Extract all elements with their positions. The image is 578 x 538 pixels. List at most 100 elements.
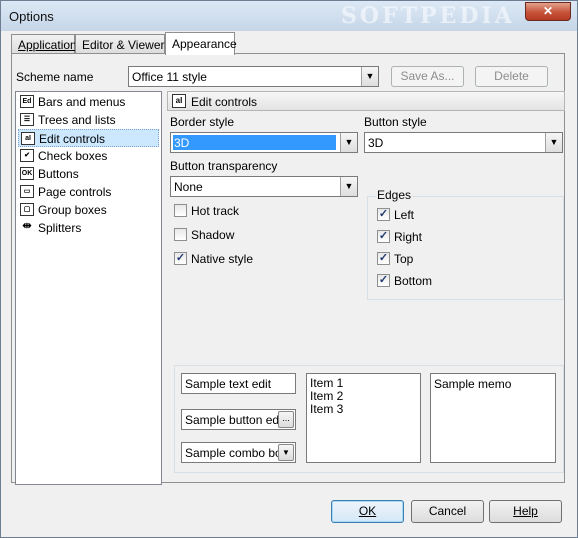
chevron-down-icon[interactable]: ▼: [340, 133, 357, 152]
list-item[interactable]: Item 1: [310, 376, 343, 390]
list-item[interactable]: Item 3: [310, 402, 343, 416]
section-header: aI Edit controls: [167, 91, 565, 111]
tab-editor-viewers[interactable]: Editor & Viewers: [75, 34, 170, 54]
nav-item-label: Group boxes: [38, 203, 107, 217]
check-icon[interactable]: ✓: [174, 252, 187, 265]
checkbox-icon: ✔: [20, 149, 34, 162]
title-bar[interactable]: Options SOFTPEDIA ✕: [1, 1, 577, 31]
chevron-down-icon[interactable]: ▼: [278, 444, 294, 461]
ok-button-label: OK: [358, 504, 377, 518]
sample-preview-group: Sample text edit Sample button edit ... …: [174, 365, 564, 473]
delete-button[interactable]: Delete: [475, 66, 548, 87]
edit-controls-icon: aI: [172, 94, 186, 108]
tab-appearance[interactable]: Appearance: [165, 32, 237, 55]
checkbox-label: Left: [394, 208, 415, 222]
nav-item-label: Page controls: [38, 185, 112, 199]
category-list[interactable]: Ed Bars and menus ☰ Trees and lists aI E…: [15, 91, 162, 485]
selection-highlight: [173, 135, 336, 150]
check-icon[interactable]: ✓: [377, 252, 390, 265]
nav-item-label: Trees and lists: [38, 113, 116, 127]
border-style-value: 3D: [174, 136, 190, 150]
edge-top-checkbox[interactable]: ✓ Top: [377, 251, 437, 267]
nav-item-group-boxes[interactable]: ▢ Group boxes: [18, 201, 159, 219]
sample-text-edit-value: Sample text edit: [185, 377, 272, 391]
watermark-logo: SOFTPEDIA: [341, 3, 515, 29]
nav-item-label: Splitters: [38, 221, 82, 235]
appearance-panel: Scheme name Office 11 style ▼ Save As...…: [11, 53, 565, 485]
edges-group-label: Edges: [376, 188, 413, 202]
nav-item-check-boxes[interactable]: ✔ Check boxes: [18, 147, 159, 165]
close-icon: ✕: [542, 4, 554, 18]
checkbox-label: Right: [394, 230, 423, 244]
cancel-button[interactable]: Cancel: [411, 500, 484, 523]
nav-item-page-controls[interactable]: ▭ Page controls: [18, 183, 159, 201]
edge-left-checkbox[interactable]: ✓ Left: [377, 207, 437, 223]
checkbox-label: Hot track: [191, 204, 240, 218]
help-button-label: Help: [513, 504, 538, 518]
scheme-name-label: Scheme name: [16, 70, 94, 84]
nav-item-edit-controls[interactable]: aI Edit controls: [18, 129, 159, 147]
tab-editor-viewers-label: Editor & Viewers: [82, 38, 171, 52]
button-style-label: Button style: [364, 115, 427, 129]
save-as-button[interactable]: Save As...: [391, 66, 464, 87]
sample-combo-box-value: Sample combo box: [185, 446, 288, 460]
native-style-checkbox[interactable]: ✓ Native style: [174, 251, 264, 267]
nav-item-label: Buttons: [38, 167, 79, 181]
bars-menus-icon: Ed: [20, 95, 34, 108]
tab-application-label: Application: [18, 38, 77, 52]
checkbox-box[interactable]: [174, 204, 187, 217]
nav-item-splitters[interactable]: ⇹ Splitters: [18, 219, 159, 237]
check-icon[interactable]: ✓: [377, 274, 390, 287]
checkbox-label: Native style: [191, 252, 254, 266]
button-transparency-label: Button transparency: [170, 159, 278, 173]
nav-item-label: Bars and menus: [38, 95, 126, 109]
button-transparency-combo[interactable]: None ▼: [170, 176, 358, 197]
sample-memo-text: Sample memo: [434, 377, 512, 391]
nav-item-buttons[interactable]: OK Buttons: [18, 165, 159, 183]
check-icon[interactable]: ✓: [377, 208, 390, 221]
sample-button-edit[interactable]: Sample button edit ...: [181, 409, 296, 430]
edit-controls-icon: aI: [21, 132, 35, 145]
tab-appearance-label: Appearance: [172, 37, 237, 51]
nav-item-bars-menus[interactable]: Ed Bars and menus: [18, 93, 159, 111]
edge-bottom-checkbox[interactable]: ✓ Bottom: [377, 273, 437, 289]
hot-track-checkbox[interactable]: Hot track: [174, 203, 254, 219]
dialog-body: Application Editor & Viewers Appearance …: [8, 31, 570, 531]
section-title: Edit controls: [191, 95, 258, 109]
chevron-down-icon[interactable]: ▼: [545, 133, 562, 152]
tab-application[interactable]: Application: [11, 34, 77, 54]
button-style-combo[interactable]: 3D ▼: [364, 132, 563, 153]
scheme-name-combo[interactable]: Office 11 style ▼: [128, 66, 379, 87]
check-icon[interactable]: ✓: [377, 230, 390, 243]
sample-button-edit-value: Sample button edit: [185, 413, 286, 427]
border-style-label: Border style: [170, 115, 235, 129]
button-icon: OK: [20, 167, 34, 180]
shadow-checkbox[interactable]: Shadow: [174, 227, 254, 243]
edge-right-checkbox[interactable]: ✓ Right: [377, 229, 437, 245]
list-item[interactable]: Item 2: [310, 389, 343, 403]
page-controls-icon: ▭: [20, 185, 34, 198]
sample-text-edit[interactable]: Sample text edit: [181, 373, 296, 394]
chevron-down-icon[interactable]: ▼: [340, 177, 357, 196]
checkbox-label: Bottom: [394, 274, 433, 288]
options-window: Options SOFTPEDIA ✕ Application Editor &…: [0, 0, 578, 538]
scheme-name-value: Office 11 style: [132, 70, 207, 84]
tree-list-icon: ☰: [20, 113, 34, 126]
sample-memo[interactable]: Sample memo: [430, 373, 556, 463]
chevron-down-icon[interactable]: ▼: [361, 67, 378, 86]
border-style-combo[interactable]: 3D ▼: [170, 132, 358, 153]
button-transparency-value: None: [174, 180, 203, 194]
ellipsis-button[interactable]: ...: [278, 411, 294, 428]
nav-item-label: Check boxes: [38, 149, 108, 163]
sample-combo-box[interactable]: Sample combo box ▼: [181, 442, 296, 463]
checkbox-label: Top: [394, 252, 414, 266]
group-box-icon: ▢: [20, 203, 34, 216]
help-button[interactable]: Help: [489, 500, 562, 523]
close-button[interactable]: ✕: [525, 2, 571, 21]
nav-item-label: Edit controls: [39, 132, 106, 146]
ok-button[interactable]: OK: [331, 500, 404, 523]
checkbox-box[interactable]: [174, 228, 187, 241]
nav-item-trees-lists[interactable]: ☰ Trees and lists: [18, 111, 159, 129]
sample-list-box[interactable]: Item 1 Item 2 Item 3: [306, 373, 421, 463]
splitter-icon: ⇹: [20, 221, 34, 234]
